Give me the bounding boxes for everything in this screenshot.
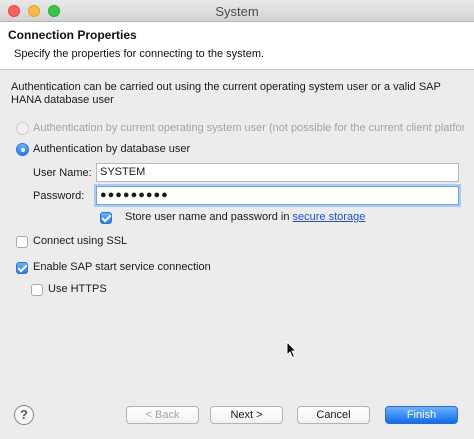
sap-start-service-label: Enable SAP start service connection <box>33 261 211 273</box>
secure-storage-link[interactable]: secure storage <box>293 211 366 223</box>
window-title: System <box>215 4 259 19</box>
user-name-input[interactable]: SYSTEM <box>96 163 459 182</box>
help-icon[interactable]: ? <box>14 405 34 425</box>
wizard-banner: Connection Properties Specify the proper… <box>0 22 474 70</box>
title-bar: System <box>0 0 474 22</box>
store-credentials-label: Store user name and password in secure s… <box>125 211 366 223</box>
sap-start-service-checkbox[interactable] <box>16 262 28 274</box>
intro-line-1: Authentication can be carried out using … <box>11 81 441 93</box>
back-button[interactable]: < Back <box>126 406 199 424</box>
store-credentials-checkbox[interactable] <box>100 212 112 224</box>
os-user-auth-radio[interactable] <box>16 122 29 135</box>
page-description: Specify the properties for connecting to… <box>14 48 265 60</box>
finish-button[interactable]: Finish <box>385 406 458 424</box>
cancel-button[interactable]: Cancel <box>297 406 370 424</box>
use-https-checkbox[interactable] <box>31 284 43 296</box>
mouse-pointer-icon <box>286 341 298 359</box>
next-button[interactable]: Next > <box>210 406 283 424</box>
password-label: Password: <box>33 190 85 202</box>
page-title: Connection Properties <box>8 28 137 42</box>
ssl-label: Connect using SSL <box>33 235 128 247</box>
intro-text: Authentication can be carried out using … <box>11 81 461 107</box>
password-input[interactable]: ●●●●●●●●● <box>96 186 459 205</box>
ssl-checkbox[interactable] <box>16 236 28 248</box>
db-user-auth-radio[interactable] <box>16 143 29 156</box>
intro-line-2: HANA database user <box>11 94 114 106</box>
use-https-label: Use HTTPS <box>48 283 107 295</box>
db-user-auth-label: Authentication by database user <box>33 143 191 155</box>
user-name-label: User Name: <box>33 167 92 179</box>
os-user-auth-label: Authentication by current operating syst… <box>33 122 464 134</box>
